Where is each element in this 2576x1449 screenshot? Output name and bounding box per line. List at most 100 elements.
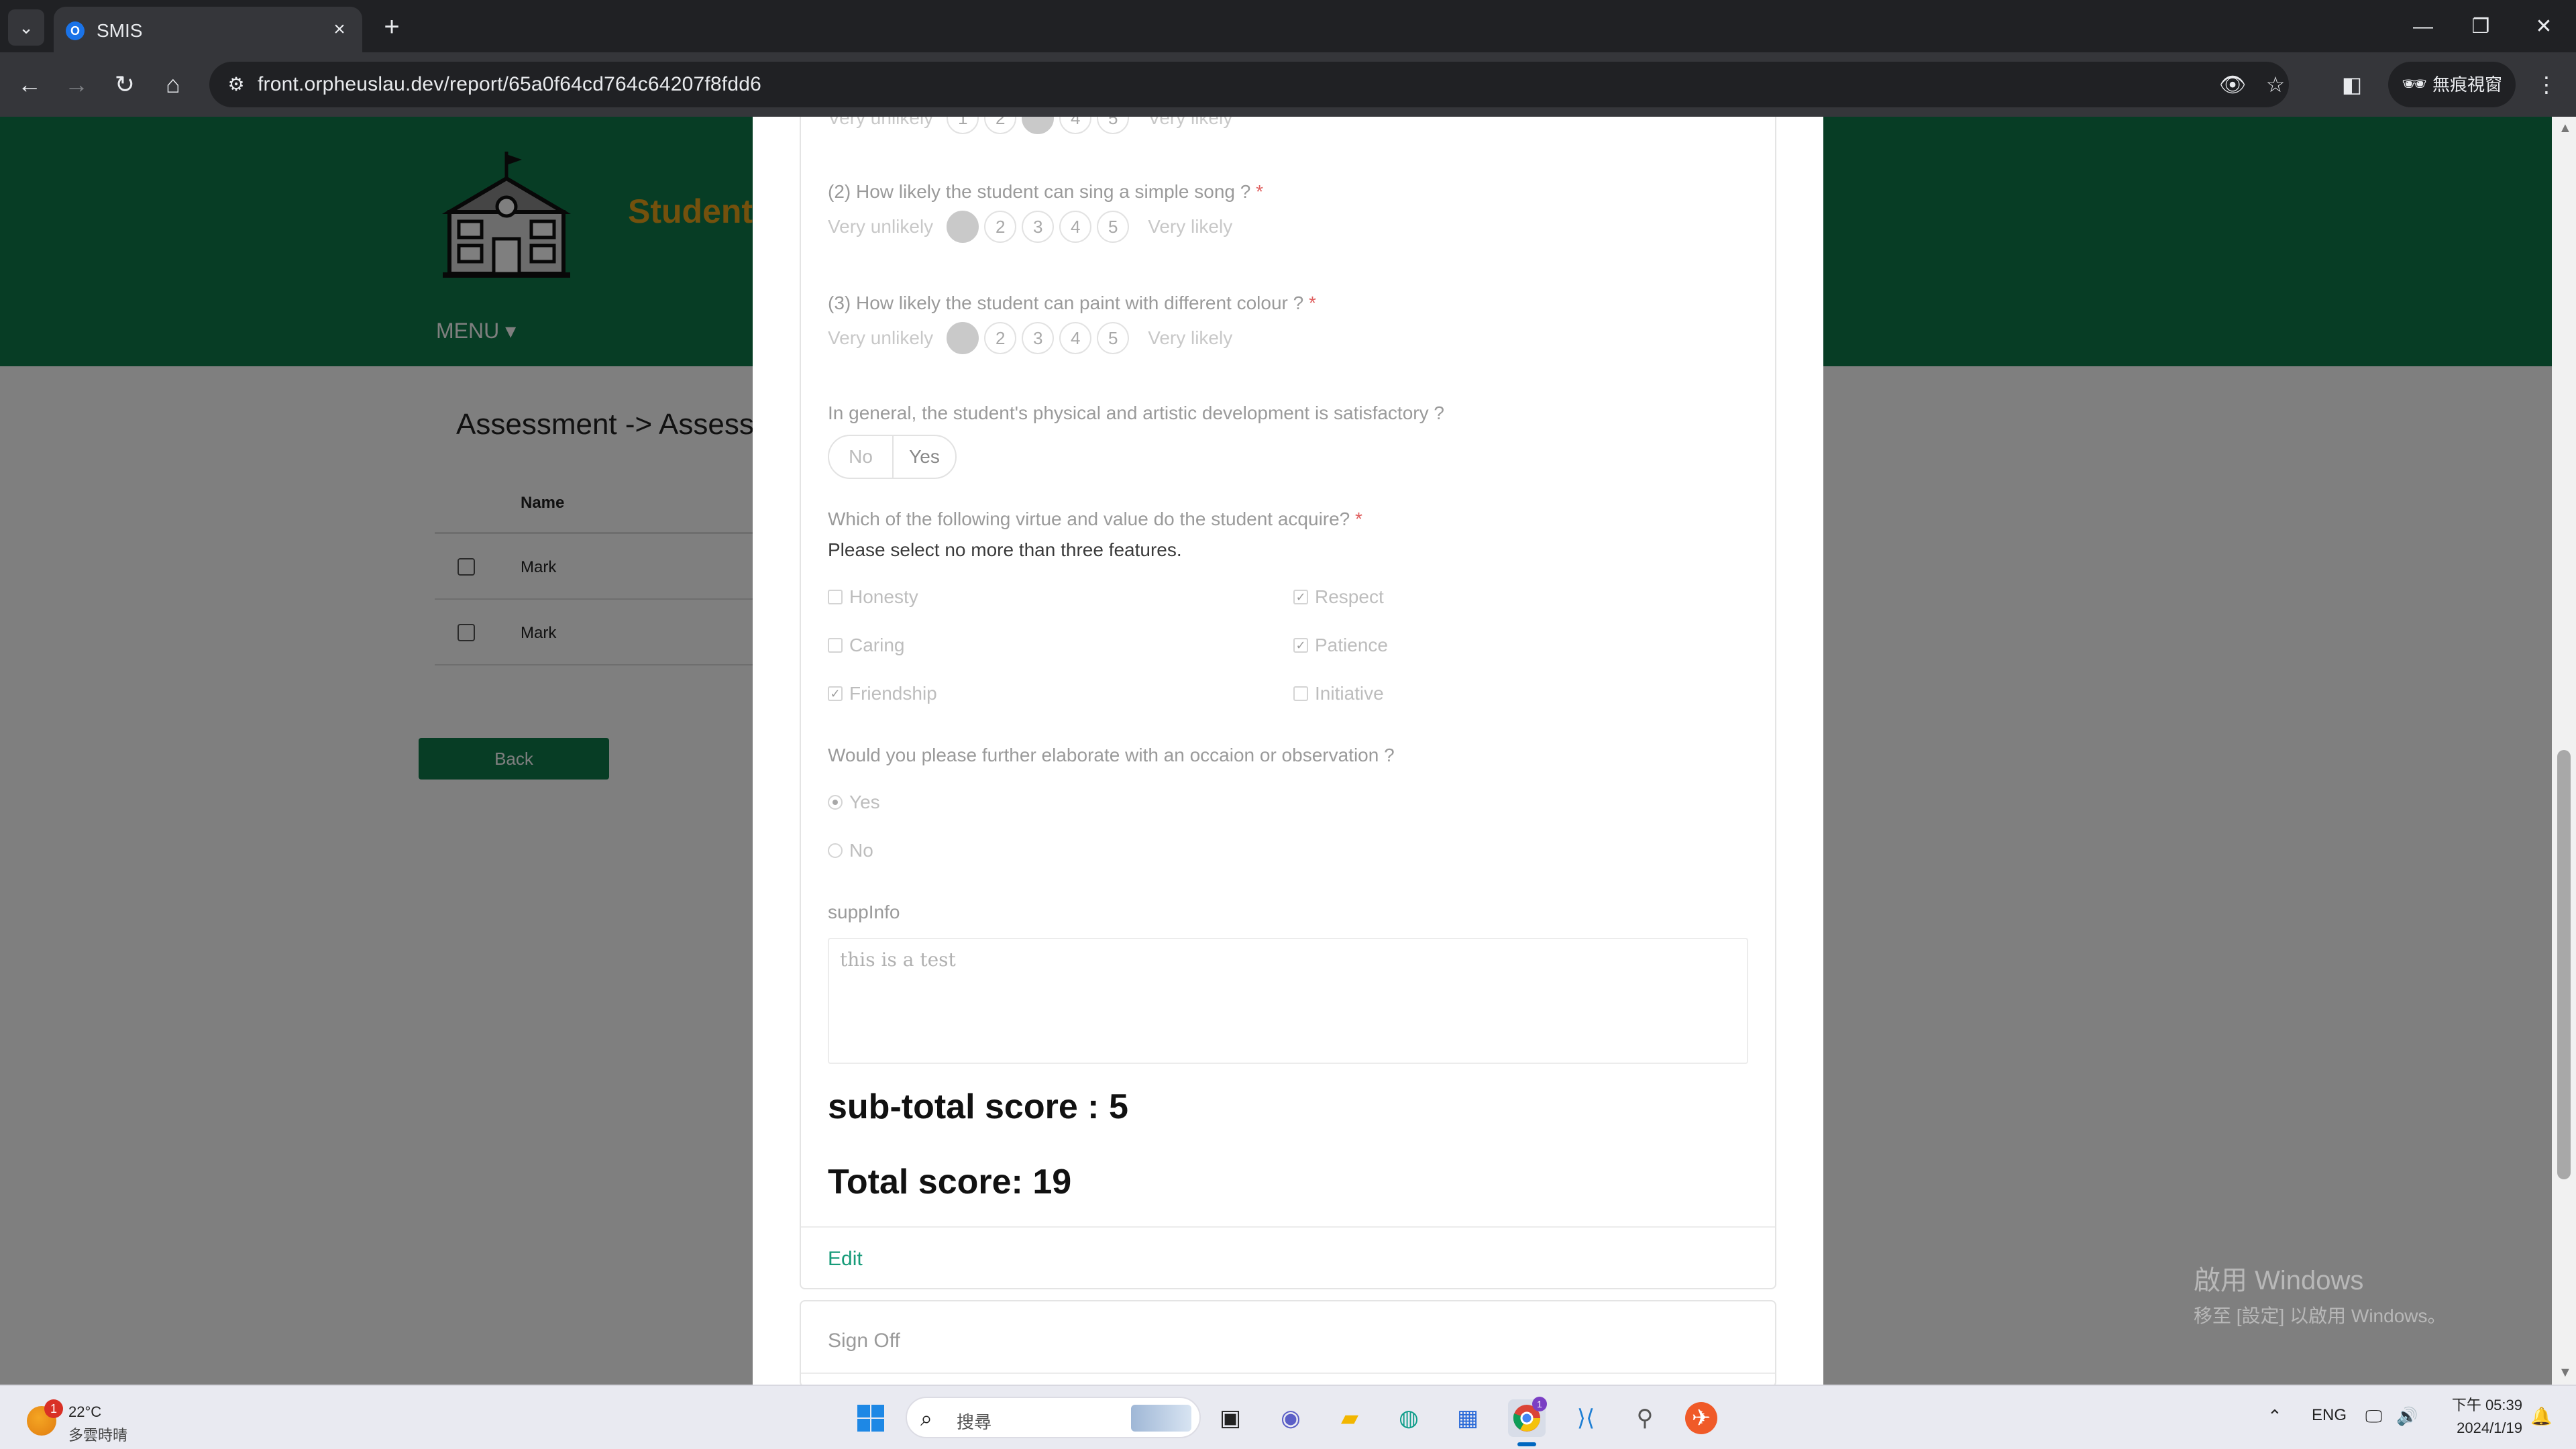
browser-toolbar: ← → ↻ ⌂ ⚙ front.orpheuslau.dev/report/65… xyxy=(0,52,2576,117)
windows-start-icon[interactable] xyxy=(852,1399,890,1437)
page-scrollbar[interactable]: ▲ ▼ xyxy=(2552,117,2576,1385)
task-view-icon[interactable]: ▣ xyxy=(1212,1399,1249,1437)
subtotal-score: sub-total score : 5 xyxy=(828,1087,1128,1126)
file-explorer-icon[interactable]: ▰ xyxy=(1331,1399,1368,1437)
site-info-icon[interactable]: ⚙ xyxy=(223,71,250,98)
address-bar[interactable]: ⚙ front.orpheuslau.dev/report/65a0f64cd7… xyxy=(209,62,2289,107)
card-footer: Edit xyxy=(801,1226,1775,1288)
checkbox-caring[interactable]: Caring xyxy=(828,635,904,656)
checkbox-honesty[interactable]: Honesty xyxy=(828,586,918,608)
teams-chat-icon[interactable]: ◉ xyxy=(1272,1399,1309,1437)
checkbox-box[interactable] xyxy=(828,638,843,653)
language-indicator[interactable]: ENG xyxy=(2312,1406,2347,1425)
checkbox-checked-icon[interactable]: ✓ xyxy=(1293,638,1308,653)
rating-option-4[interactable]: 4 xyxy=(1059,117,1092,134)
checkbox-box[interactable] xyxy=(1293,686,1308,701)
rating-option-2[interactable]: 2 xyxy=(984,211,1017,243)
supp-info-label: suppInfo xyxy=(828,902,900,922)
edge-browser-icon[interactable]: ◍ xyxy=(1390,1399,1428,1437)
question-virtue-text: Which of the following virtue and value … xyxy=(828,508,1350,529)
url-text[interactable]: front.orpheuslau.dev/report/65a0f64cd764… xyxy=(258,73,761,96)
checkbox-respect[interactable]: ✓ Respect xyxy=(1293,586,1384,608)
window-close-button[interactable]: ✕ xyxy=(2524,12,2564,42)
signoff-card: Sign Off xyxy=(800,1300,1776,1385)
checkbox-initiative[interactable]: Initiative xyxy=(1293,683,1384,704)
incognito-chip[interactable]: 🕶 無痕視窗 xyxy=(2388,62,2516,107)
minimize-button[interactable]: — xyxy=(2403,12,2443,42)
rating-option-4[interactable]: 4 xyxy=(1059,211,1092,243)
rating-option-1[interactable]: 1 xyxy=(947,117,979,134)
rating-option-3-selected[interactable]: 3 xyxy=(1022,117,1055,134)
checkbox-label: Initiative xyxy=(1315,683,1384,704)
rating-option-4[interactable]: 4 xyxy=(1059,322,1092,354)
back-arrow-icon[interactable]: ← xyxy=(12,67,47,102)
side-panel-icon[interactable]: ◧ xyxy=(2334,67,2369,102)
rating-option-2[interactable]: 2 xyxy=(984,117,1017,134)
checkbox-checked-icon[interactable]: ✓ xyxy=(828,686,843,701)
rating-option-5[interactable]: 5 xyxy=(1097,211,1130,243)
taskbar-search[interactable]: ⌕ 搜尋 xyxy=(906,1397,1201,1438)
system-clock[interactable]: 下午 05:39 2024/1/19 xyxy=(2442,1394,2522,1440)
bookmark-star-icon[interactable]: ☆ xyxy=(2261,70,2290,99)
rating-option-5[interactable]: 5 xyxy=(1097,117,1130,134)
edit-link[interactable]: Edit xyxy=(828,1248,863,1271)
scroll-down-icon[interactable]: ▼ xyxy=(2559,1365,2572,1381)
rating-option-5[interactable]: 5 xyxy=(1097,322,1130,354)
toggle-yes-selected[interactable]: Yes xyxy=(892,436,955,478)
chrome-icon[interactable]: 1 xyxy=(1508,1397,1547,1437)
tab-search-button[interactable]: ⌄ xyxy=(8,9,44,46)
restore-button[interactable]: ❐ xyxy=(2461,12,2501,42)
rating-scale-2: Very unlikely 1 2 3 4 5 Very likely xyxy=(828,211,1232,243)
checkbox-box[interactable] xyxy=(828,590,843,604)
home-icon[interactable]: ⌂ xyxy=(156,67,191,102)
checkbox-checked-icon[interactable]: ✓ xyxy=(1293,590,1308,604)
rating-scale-3: Very unlikely 1 2 3 4 5 Very likely xyxy=(828,322,1232,354)
vscode-icon[interactable]: ⟩⟨ xyxy=(1567,1399,1605,1437)
tray-overflow-icon[interactable]: ⌃ xyxy=(2267,1406,2282,1427)
eye-off-icon[interactable]: 👁 xyxy=(2218,70,2247,99)
yes-no-toggle[interactable]: No Yes xyxy=(828,435,957,479)
browser-tab-active[interactable]: O SMIS × xyxy=(54,7,362,52)
rating-option-3[interactable]: 3 xyxy=(1022,211,1055,243)
rating-high-label: Very likely xyxy=(1148,216,1233,237)
incognito-label: 無痕視窗 xyxy=(2432,74,2503,95)
volume-icon[interactable]: 🔊 xyxy=(2396,1406,2418,1427)
checkbox-friendship[interactable]: ✓ Friendship xyxy=(828,683,937,704)
rating-option-2[interactable]: 2 xyxy=(984,322,1017,354)
postman-icon[interactable]: ✈ xyxy=(1685,1402,1717,1434)
notification-bell-icon[interactable]: 🔔 xyxy=(2530,1406,2552,1427)
checkbox-patience[interactable]: ✓ Patience xyxy=(1293,635,1388,656)
new-tab-button[interactable]: + xyxy=(377,12,407,42)
signoff-title[interactable]: Sign Off xyxy=(828,1330,900,1352)
rating-option-1-selected[interactable]: 1 xyxy=(947,211,979,243)
browser-tabbar: ⌄ O SMIS × + — ❐ ✕ xyxy=(0,0,2576,52)
question-general: In general, the student's physical and a… xyxy=(828,402,1444,423)
scrollbar-thumb[interactable] xyxy=(2557,750,2571,1179)
virtue-hint: Please select no more than three feature… xyxy=(828,539,1182,560)
reload-icon[interactable]: ↻ xyxy=(107,67,142,102)
radio-icon[interactable] xyxy=(828,843,843,858)
network-icon[interactable]: 🖵 xyxy=(2365,1406,2382,1428)
watermark-title: 啟用 Windows xyxy=(2194,1266,2364,1295)
watermark-subtitle: 移至 [設定] 以啟用 Windows。 xyxy=(2194,1305,2447,1326)
radio-selected-icon[interactable] xyxy=(828,795,843,810)
supp-info-textarea[interactable]: this is a test xyxy=(828,938,1748,1064)
required-mark: * xyxy=(1256,181,1264,202)
tab-close-icon[interactable]: × xyxy=(327,17,352,42)
required-mark: * xyxy=(1308,292,1316,313)
magnifier-tool-icon[interactable]: ⚲ xyxy=(1626,1399,1664,1437)
weather-widget[interactable]: 1 22°C 多雲時晴 xyxy=(24,1395,158,1444)
active-app-indicator xyxy=(1517,1442,1536,1446)
radio-no[interactable]: No xyxy=(828,840,873,861)
rating-option-1-selected[interactable]: 1 xyxy=(947,322,979,354)
scroll-up-icon[interactable]: ▲ xyxy=(2559,121,2572,136)
rating-option-3[interactable]: 3 xyxy=(1022,322,1055,354)
microsoft-store-icon[interactable]: ▦ xyxy=(1449,1399,1487,1437)
toggle-no[interactable]: No xyxy=(829,436,892,478)
more-menu-icon[interactable]: ⋮ xyxy=(2529,67,2564,102)
radio-yes[interactable]: Yes xyxy=(828,792,880,813)
question-elaborate: Would you please further elaborate with … xyxy=(828,745,1395,765)
checkbox-label: Friendship xyxy=(849,683,937,704)
chevron-down-icon: ⌄ xyxy=(19,17,34,38)
forward-arrow-icon[interactable]: → xyxy=(59,67,94,102)
